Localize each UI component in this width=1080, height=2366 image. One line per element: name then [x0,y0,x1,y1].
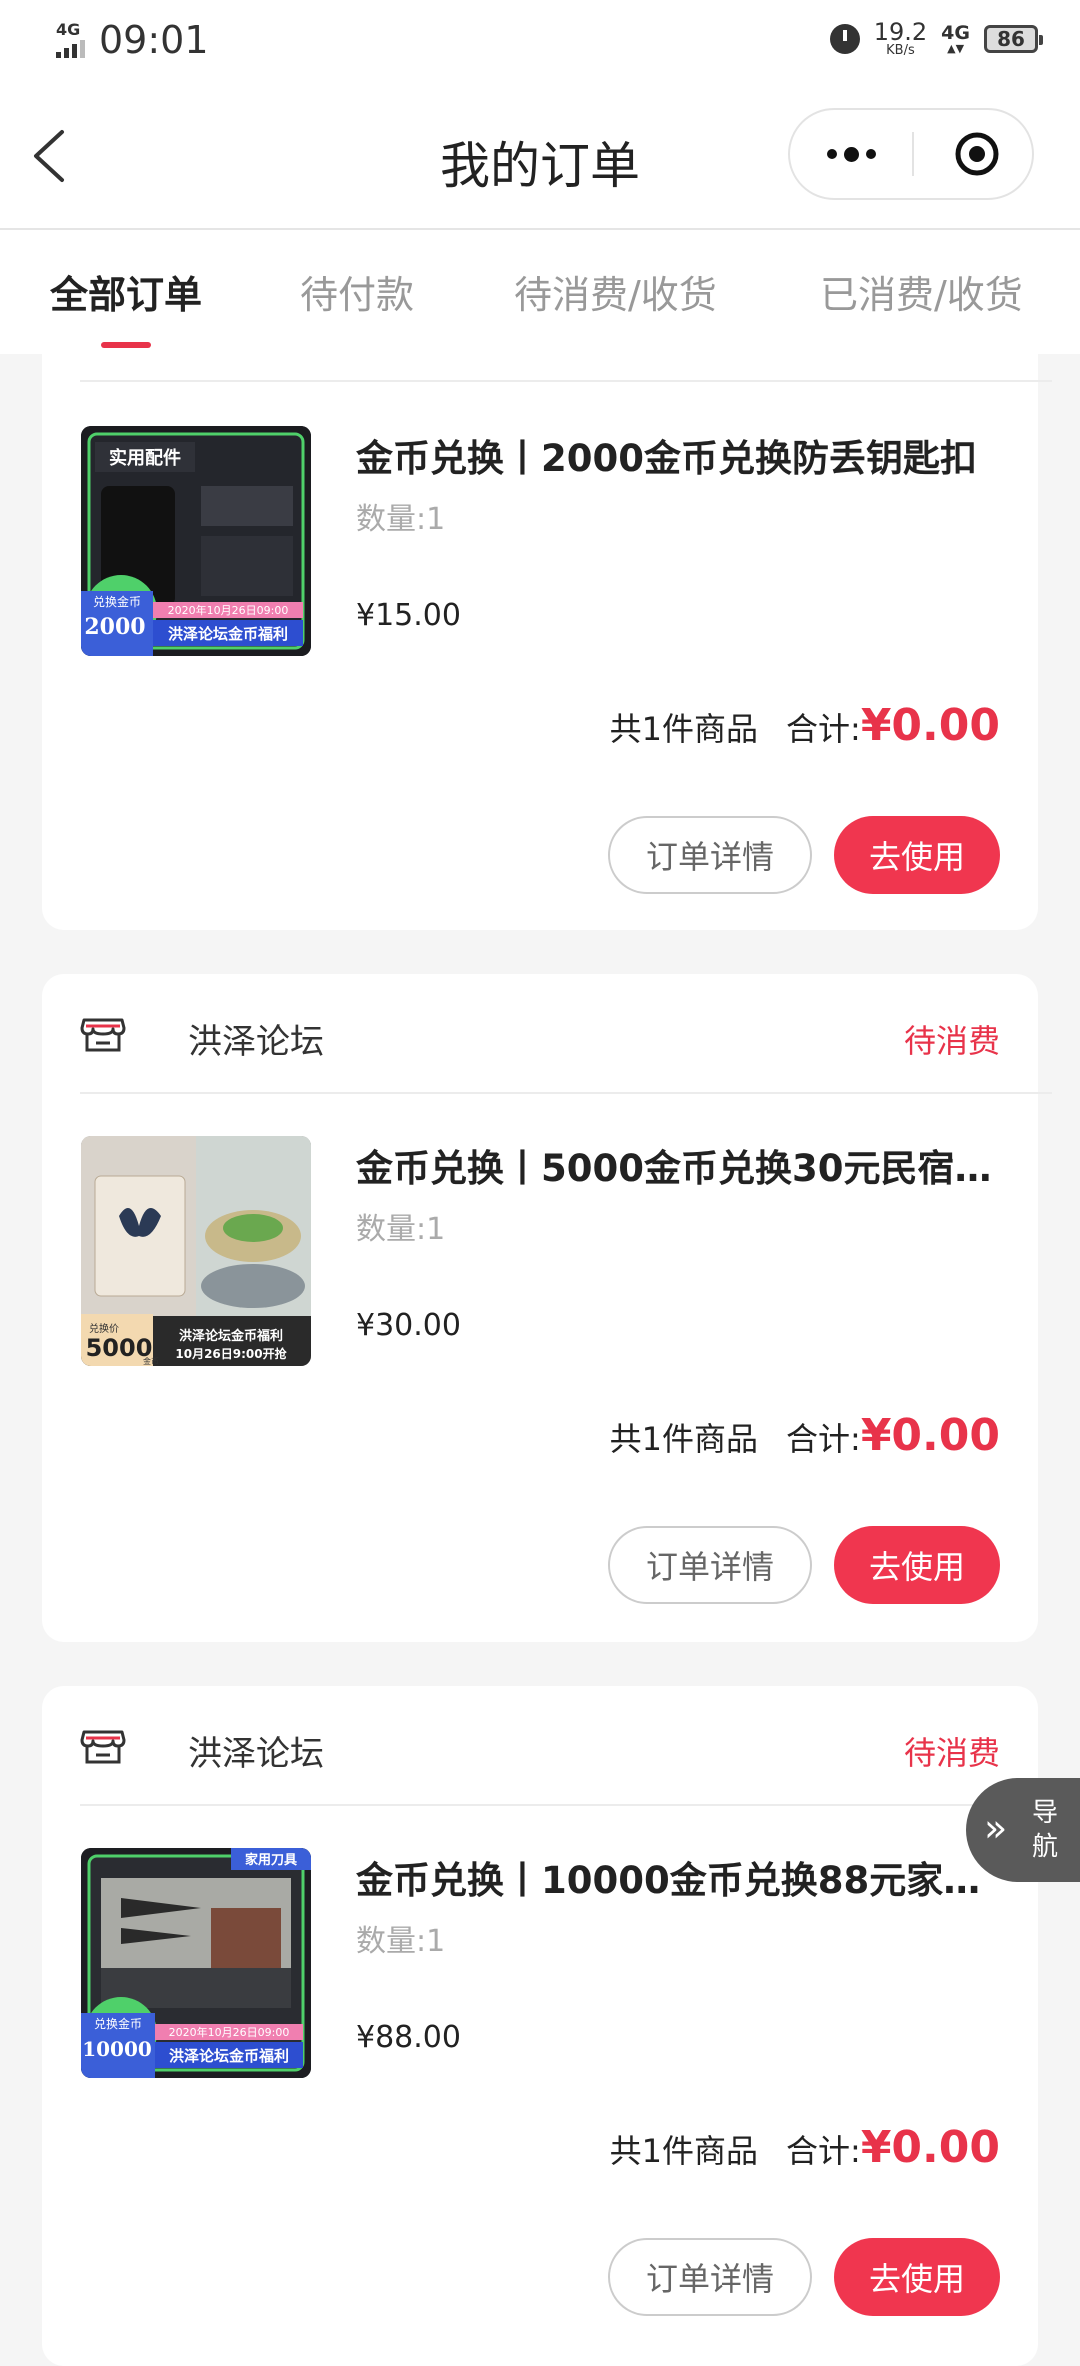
product-quantity: 数量:1 [356,1212,446,1247]
order-total-row: 共1件商品 合计: ¥0.00 [610,2122,1000,2173]
item-count: 共1件商品 [609,2132,759,2170]
shop-row[interactable]: 洪泽论坛 待消费 [80,1712,1000,1780]
thumb-coin-label: 兑换金币 [94,2016,142,2031]
order-detail-button[interactable]: 订单详情 [608,2238,812,2316]
total-amount: ¥0.00 [860,2122,1000,2173]
tab-all-orders[interactable]: 全部订单 [50,264,202,319]
product-quantity: 数量:1 [356,502,446,537]
total-label: 合计: [786,1420,861,1458]
tab-pending-payment[interactable]: 待付款 [300,264,414,319]
speed-value: 19.2 [873,18,928,46]
thumb-banner: 洪泽论坛金币福利 [179,1328,283,1344]
thumb-coins-unit: 金币 [143,1356,159,1366]
tab-pending-consume[interactable]: 待消费/收货 [514,264,717,319]
capsule-divider [912,132,914,176]
total-amount: ¥0.00 [860,700,1000,751]
thumb-coin-label: 兑换金币 [93,594,141,609]
floating-nav-label: 导航 [1032,1798,1059,1862]
thumb-date: 2020年10月26日09:00 [169,2025,290,2039]
shop-icon [80,1018,126,1052]
total-label: 合计: [786,710,861,748]
thumb-coins: 10000 [82,2037,152,2061]
order-total-row: 共1件商品 合计: ¥0.00 [610,700,1000,751]
more-menu-icon[interactable] [790,110,912,198]
use-button[interactable]: 去使用 [834,2238,1000,2316]
use-button[interactable]: 去使用 [834,816,1000,894]
product-title[interactable]: 金币兑换丨2000金币兑换防丢钥匙扣 [356,428,1006,482]
total-label: 合计: [786,2132,861,2170]
clock: 09:01 [99,18,209,62]
product-title[interactable]: 金币兑换丨5000金币兑换30元民宿优惠券 [356,1138,1006,1192]
battery-level: 86 [997,26,1025,51]
thumb-banner: 洪泽论坛金币福利 [168,625,288,643]
network-speed: 19.2 KB/s [874,20,927,57]
product-thumbnail[interactable]: 实用配件 兑换金币 2000 2020年10月26日09:00 洪泽论坛金币福利 [81,426,311,656]
speed-unit: KB/s [886,43,915,58]
battery-icon: 86 [984,24,1043,53]
network-4g-icon: 4G ▲▼ [941,21,970,55]
signal-icon: 4G [56,22,85,58]
thumb-date: 10月26日9:00开抢 [175,1346,287,1361]
order-card: 洪泽论坛 待消费 家用刀具 兑换金币 10000 2020年10月26日09:0… [42,1686,1052,2366]
product-price: ¥30.00 [356,1308,461,1343]
thumb-header: 实用配件 [109,447,181,469]
item-count: 共1件商品 [609,1420,759,1458]
alarm-icon [829,23,860,54]
product-quantity: 数量:1 [356,1924,446,1959]
order-status: 待消费 [903,1022,1000,1060]
shop-row[interactable]: 洪泽论坛 待消费 [80,1000,1000,1068]
status-bar-right: 19.2 KB/s 4G ▲▼ 86 [829,20,1043,57]
order-detail-button[interactable]: 订单详情 [608,816,812,894]
card-divider [80,380,1052,382]
order-status: 待消费 [903,1734,1000,1772]
product-thumbnail[interactable]: 兑换价 5000 金币 洪泽论坛金币福利 10月26日9:00开抢 [81,1136,311,1366]
active-tab-indicator [101,342,151,348]
network-type: 4G [56,20,81,39]
card-divider [80,1092,1052,1094]
thumb-coins: 2000 [84,614,145,640]
use-button[interactable]: 去使用 [834,1526,1000,1604]
order-tabs: 全部订单 待付款 待消费/收货 已消费/收货 [0,228,1080,354]
double-chevron-icon: » [984,1806,1008,1850]
close-miniprogram-icon[interactable] [954,131,1000,177]
order-detail-button[interactable]: 订单详情 [608,1526,812,1604]
product-thumbnail[interactable]: 家用刀具 兑换金币 10000 2020年10月26日09:00 洪泽论坛金币福… [81,1848,311,2078]
shop-icon [80,1730,126,1764]
miniprogram-capsule [788,108,1034,200]
order-card: 洪泽论坛 待消费 兑换价 5000 金币 洪泽论坛金币福利 10月26日9:00… [42,974,1052,1642]
order-card: 实用配件 兑换金币 2000 2020年10月26日09:00 洪泽论坛金币福利… [42,354,1052,930]
thumb-header: 家用刀具 [245,1852,297,1868]
order-total-row: 共1件商品 合计: ¥0.00 [610,1410,1000,1461]
card-divider [80,1804,1052,1806]
item-count: 共1件商品 [609,710,759,748]
nav-bar: 我的订单 [0,86,1080,228]
product-price: ¥88.00 [356,2020,461,2055]
shop-name: 洪泽论坛 [188,1022,324,1062]
floating-nav-button[interactable]: » 导航 [966,1778,1080,1882]
shop-name: 洪泽论坛 [188,1734,324,1774]
product-price: ¥15.00 [356,598,461,633]
status-bar-left: 4G 09:01 [56,18,209,62]
thumb-banner: 洪泽论坛金币福利 [169,2047,289,2065]
thumb-date: 2020年10月26日09:00 [168,603,289,617]
product-title[interactable]: 金币兑换丨10000金币兑换88元家用刀具套装 [356,1850,1006,1904]
status-bar: 4G 09:01 19.2 KB/s 4G ▲▼ 86 [0,0,1080,86]
tab-consumed[interactable]: 已消费/收货 [820,264,1023,319]
total-amount: ¥0.00 [860,1410,1000,1461]
network-type-2: 4G [941,21,970,44]
